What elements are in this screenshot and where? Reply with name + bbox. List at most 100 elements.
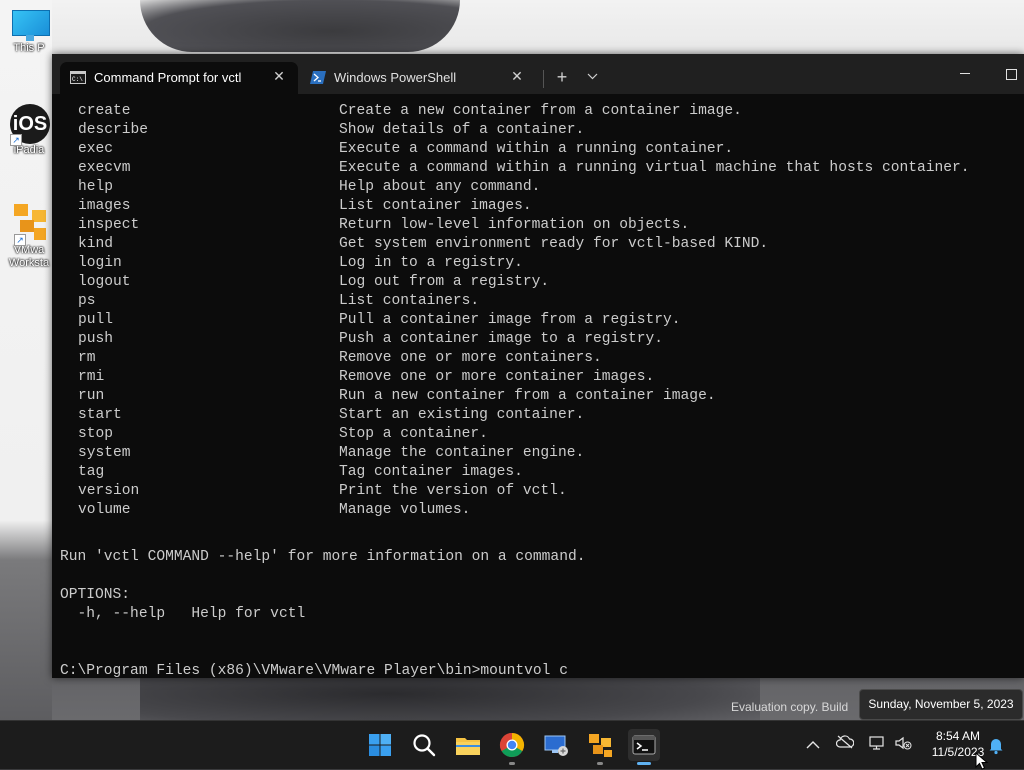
minimize-button[interactable] (950, 62, 980, 86)
terminal-icon (632, 735, 656, 755)
taskbar-chrome[interactable] (496, 729, 528, 765)
maximize-button[interactable] (1000, 62, 1024, 86)
taskbar: 8:54 AM 11/5/2023 (0, 720, 1024, 769)
command-name: ps (78, 293, 96, 309)
command-row: images List container images. (60, 197, 1020, 216)
chevron-up-icon (806, 741, 820, 749)
windows-start-icon (369, 734, 391, 756)
title-bar[interactable]: C:\ Command Prompt for vctl ✕ Windows Po… (52, 54, 1024, 94)
show-hidden-icons-button[interactable] (803, 735, 823, 755)
running-indicator (597, 762, 603, 765)
command-description: Show details of a container. (339, 122, 585, 138)
desktop-icon-vmware-workstation[interactable]: ↗ VMwa Worksta (6, 200, 54, 270)
search-button[interactable] (408, 729, 440, 761)
tab-dropdown-button[interactable] (582, 67, 602, 87)
close-icon[interactable]: ✕ (508, 67, 526, 85)
powershell-icon (310, 71, 326, 84)
command-name: volume (78, 502, 131, 518)
close-icon[interactable]: ✕ (270, 67, 288, 85)
command-row: volume Manage volumes. (60, 501, 1020, 520)
taskbar-file-explorer[interactable] (452, 729, 484, 761)
command-row: logout Log out from a registry. (60, 273, 1020, 292)
network-icon (869, 736, 884, 750)
command-name: pull (78, 312, 114, 328)
network-tray[interactable] (867, 735, 887, 755)
svg-text:C:\: C:\ (72, 76, 83, 83)
command-input[interactable]: mountvol c (480, 663, 568, 679)
command-row: start Start an existing container. (60, 406, 1020, 425)
command-name: images (78, 198, 131, 214)
command-name: tag (78, 464, 105, 480)
command-name: describe (78, 122, 149, 138)
command-name: help (78, 179, 114, 195)
command-row: help Help about any command. (60, 178, 1020, 197)
command-name: rm (78, 350, 96, 366)
desktop-icon-this-pc[interactable]: This P (6, 10, 54, 55)
command-row: run Run a new container from a container … (60, 387, 1020, 406)
command-description: Run a new container from a container ima… (339, 388, 716, 404)
terminal-window[interactable]: C:\ Command Prompt for vctl ✕ Windows Po… (52, 54, 1024, 679)
new-tab-button[interactable]: + (552, 67, 572, 87)
command-row: tag Tag container images. (60, 463, 1020, 482)
console-output[interactable]: volume Manage volumes. version Print the ve… (60, 102, 1020, 679)
date-tooltip: Sunday, November 5, 2023 (859, 689, 1023, 720)
options-header: OPTIONS: (60, 587, 131, 603)
command-row: create Create a new container from a cont… (60, 102, 1020, 121)
command-description: Start an existing container. (339, 407, 585, 423)
desktop-icon-ios-app[interactable]: iOS ↗ iPadia (6, 104, 54, 157)
tab-title: Windows PowerShell (334, 70, 457, 85)
tab-separator (543, 70, 544, 88)
vmware-workstation-icon: ↗ (10, 200, 50, 246)
command-description: Push a container image to a registry. (339, 331, 664, 347)
taskbar-vmware[interactable] (584, 729, 616, 765)
chevron-down-icon (587, 73, 597, 80)
monitor-icon (10, 10, 50, 42)
start-button[interactable] (364, 729, 396, 761)
command-name: push (78, 331, 114, 347)
command-description: Print the version of vctl. (339, 483, 567, 499)
command-description: Remove one or more containers. (339, 350, 602, 366)
taskbar-terminal[interactable] (628, 729, 660, 765)
command-row: login Log in to a registry. (60, 254, 1020, 273)
command-description: Log out from a registry. (339, 274, 550, 290)
volume-muted-icon (895, 736, 912, 750)
command-row: stop Stop a container. (60, 425, 1020, 444)
notification-bell-icon (989, 739, 1003, 755)
command-name: stop (78, 426, 114, 442)
command-description: Tag container images. (339, 464, 523, 480)
remote-desktop-icon (544, 735, 568, 756)
prompt-path: C:\Program Files (x86)\VMware\VMware Pla… (60, 663, 481, 679)
command-description: List container images. (339, 198, 532, 214)
volume-tray[interactable] (893, 735, 913, 755)
tab-command-prompt[interactable]: C:\ Command Prompt for vctl ✕ (60, 62, 298, 94)
shortcut-arrow-icon: ↗ (14, 234, 26, 246)
command-name: inspect (78, 217, 140, 233)
command-description: Remove one or more container images. (339, 369, 655, 385)
notification-button[interactable] (986, 735, 1006, 755)
desktop-icon-label: VMwa (13, 244, 45, 256)
options-line: -h, --help Help for vctl (60, 606, 306, 622)
command-row: pull Pull a container image from a regist… (60, 311, 1020, 330)
command-description: List containers. (339, 293, 480, 309)
command-row: execvm Execute a command within a running… (60, 159, 1020, 178)
command-name: rmi (78, 369, 105, 385)
command-prompt-line[interactable]: C:\Program Files (x86)\VMware\VMware Pla… (60, 662, 568, 681)
command-row: exec Execute a command within a running c… (60, 140, 1020, 159)
vmware-icon (589, 734, 612, 757)
taskbar-remote-desktop[interactable] (540, 729, 572, 761)
command-description: Return low-level information on objects. (339, 217, 690, 233)
desktop-icon-label: Worksta (8, 257, 50, 269)
onedrive-icon (835, 735, 855, 749)
command-description: Log in to a registry. (339, 255, 523, 271)
tab-windows-powershell[interactable]: Windows PowerShell ✕ (300, 62, 536, 94)
command-name: start (78, 407, 122, 423)
search-icon (413, 734, 436, 757)
desktop-icon-label: This P (13, 42, 45, 54)
command-name: version (78, 483, 140, 499)
command-row: push Push a container image to a registry… (60, 330, 1020, 349)
onedrive-tray[interactable] (835, 735, 855, 755)
command-row: version Print the version of vctl. (60, 482, 1020, 501)
command-name: login (78, 255, 122, 271)
help-hint-line: Run 'vctl COMMAND --help' for more infor… (60, 549, 586, 565)
command-name: execvm (78, 160, 131, 176)
